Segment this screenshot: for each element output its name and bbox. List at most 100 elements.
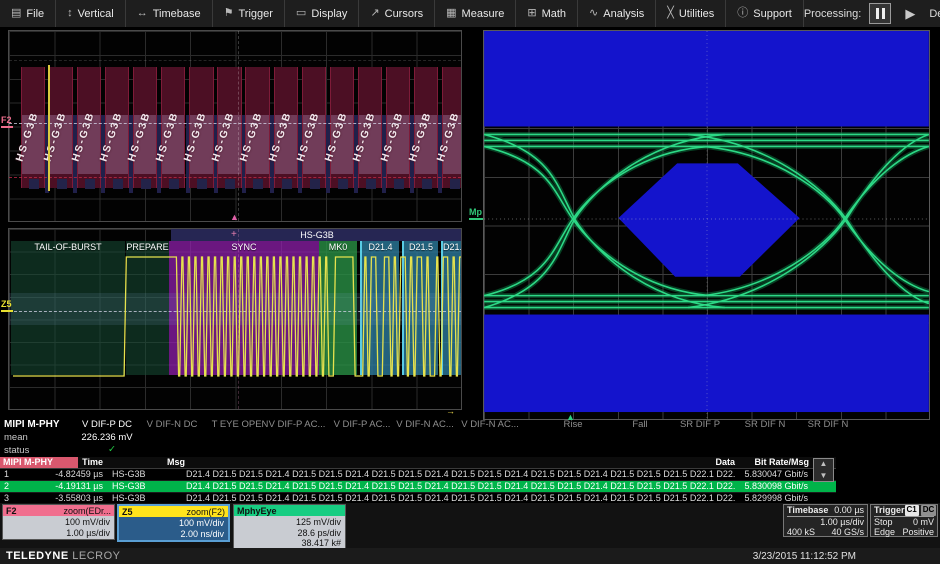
menu-item-trigger[interactable]: ⚑Trigger: [213, 0, 285, 27]
measure-column-10[interactable]: SR DIF P: [665, 419, 735, 430]
menu-item-label: Analysis: [603, 8, 644, 20]
descriptor-header: MphyEye: [234, 505, 345, 516]
decode-row-time: -4.19131 µs: [28, 481, 103, 492]
decode-row-rate: 5.830098 Gbit/s: [692, 481, 808, 492]
burst-notch: [85, 179, 95, 189]
descriptor-subtitle: zoom(EDr...: [63, 506, 111, 516]
measure-column-11[interactable]: SR DIF N: [730, 419, 800, 430]
measure-column-7[interactable]: V DIF-N AC...: [455, 419, 525, 430]
mask-hexagon: [618, 163, 799, 276]
scroll-down-icon[interactable]: ▼: [820, 472, 828, 480]
eye-trigger-marker[interactable]: ▲: [566, 413, 575, 422]
decode-row-index: 2: [4, 481, 9, 492]
decode-row-msg: HS-G3B: [112, 469, 146, 480]
menu-right: Processing: ▶ Default: Undo ↶: [804, 2, 940, 25]
status-bar: TELEDYNE LECROY 3/23/2015 11:12:52 PM: [0, 548, 940, 564]
decode-row-index: 1: [4, 469, 9, 480]
support-icon: ⓘ: [737, 8, 748, 19]
burst-notch: [450, 179, 460, 189]
measure-mean-label: mean: [4, 432, 28, 443]
brand-bold: TELEDYNE: [6, 550, 69, 562]
trigger-mode: Stop: [874, 517, 893, 528]
f2-zero-level-line: [9, 123, 461, 124]
math-icon: ⊞: [527, 8, 536, 19]
descriptor-f2[interactable]: F2zoom(EDr...100 mV/div1.00 µs/div: [2, 504, 115, 540]
menu-item-support[interactable]: ⓘSupport: [726, 0, 804, 27]
burst-notch: [29, 179, 39, 189]
z5-channel-label[interactable]: Z5: [1, 300, 13, 312]
menu-item-math[interactable]: ⊞ Math: [516, 0, 578, 27]
z5-more-data-arrow[interactable]: →: [446, 407, 455, 416]
measure-title: MIPI M-PHY: [4, 419, 60, 430]
pause-button[interactable]: [869, 3, 891, 24]
measure-column-4[interactable]: V DIF-P AC...: [262, 419, 332, 430]
menu-item-file[interactable]: ▤File: [0, 0, 56, 27]
descriptor-value: 100 mV/div: [121, 518, 224, 529]
trigger-title: Trigger: [874, 505, 905, 516]
decode-header-msg[interactable]: Msg: [110, 457, 185, 468]
display-grid-area: HS-G3BHS-G3BHS-G3BHS-G3BHS-G3BHS-G3BHS-G…: [0, 27, 940, 503]
burst-notch: [141, 179, 151, 189]
f2-center-axis: [238, 31, 239, 221]
z5-channel-text: Z5: [1, 299, 12, 309]
trigger-coupling-badge: DC: [921, 505, 937, 516]
measure-column-5[interactable]: V DIF-P AC...: [327, 419, 397, 430]
menu-item-analysis[interactable]: ∿Analysis: [578, 0, 656, 27]
decode-header-row: MIPI M-PHY Time Msg Data Bit Rate/Msg: [0, 457, 836, 469]
burst-notch: [253, 179, 263, 189]
descriptor-title: Z5: [122, 507, 133, 517]
f2-channel-underline: [1, 126, 13, 128]
burst-notch: [57, 179, 67, 189]
menu-item-label: Display: [311, 8, 347, 20]
measure-column-6[interactable]: V DIF-N AC...: [390, 419, 460, 430]
measure-column-12[interactable]: SR DIF N: [793, 419, 863, 430]
f2-waveform-panel: HS-G3BHS-G3BHS-G3BHS-G3BHS-G3BHS-G3BHS-G…: [8, 30, 462, 222]
trigger-box[interactable]: Trigger C1 DC Stop 0 mV Edge Positive: [870, 504, 938, 537]
decode-row-2[interactable]: 2-4.19131 µsHS-G3BD21.4 D21.5 D21.5 D21.…: [0, 481, 836, 493]
measure-icon: ▦: [446, 8, 456, 19]
trigger-icon: ⚑: [224, 8, 234, 19]
menu-item-timebase[interactable]: ↔Timebase: [126, 0, 213, 27]
f2-trigger-marker[interactable]: ▲: [230, 213, 239, 222]
timebase-rate: 40 GS/s: [831, 527, 864, 538]
pause-icon: [876, 8, 885, 19]
play-button[interactable]: ▶: [899, 3, 921, 24]
descriptor-z5[interactable]: Z5zoom(F2)100 mV/div2.00 ns/div: [117, 504, 230, 542]
eye-channel-label[interactable]: Mp: [469, 208, 483, 220]
measure-status-check-icon: ✓: [77, 444, 147, 455]
decode-row-1[interactable]: 1-4.82459 µsHS-G3BD21.4 D21.5 D21.5 D21.…: [0, 469, 836, 481]
burst-notch: [197, 179, 207, 189]
zoom-region-highlight[interactable]: [48, 65, 50, 191]
z5-waveform-trace: [9, 229, 462, 410]
measure-column-2[interactable]: V DIF-N DC: [137, 419, 207, 430]
menu-item-utilities[interactable]: ╳Utilities: [656, 0, 726, 27]
descriptor-value: 2.00 ns/div: [121, 529, 224, 540]
descriptor-value: 100 mV/div: [5, 517, 110, 528]
vertical-icon: ↕: [67, 8, 73, 19]
eye-diagram-panel: [483, 30, 930, 420]
scroll-up-icon[interactable]: ▲: [820, 460, 828, 468]
menu-item-measure[interactable]: ▦Measure: [435, 0, 516, 27]
decode-header-time[interactable]: Time: [30, 457, 103, 468]
decode-scrollbar[interactable]: ▲ ▼: [813, 458, 834, 482]
decode-header-rate[interactable]: Bit Rate/Msg: [697, 457, 809, 468]
measure-column-1[interactable]: V DIF-P DC: [72, 419, 142, 430]
timebase-box[interactable]: Timebase 0.00 µs 1.00 µs/div 400 kS 40 G…: [783, 504, 868, 537]
menu-item-display[interactable]: ▭Display: [285, 0, 359, 27]
burst-notch: [394, 179, 404, 189]
trigger-type: Edge: [874, 527, 895, 538]
descriptor-value: 1.00 µs/div: [5, 528, 110, 539]
z5-waveform-panel: TAIL-OF-BURSTPREPARESYNCMK0D21.4D21.5D21…: [8, 228, 462, 410]
descriptor-body: 100 mV/div1.00 µs/div: [3, 516, 114, 539]
menu-item-label: Math: [542, 8, 566, 20]
timebase-samples: 400 kS: [787, 527, 815, 538]
descriptor-title: MphyEye: [237, 506, 277, 516]
decode-row-rate: 5.830047 Gbit/s: [692, 469, 808, 480]
menu-item-label: Timebase: [153, 8, 201, 20]
descriptor-mphyeye[interactable]: MphyEye125 mV/div28.6 ps/div38.417 k#: [233, 504, 346, 551]
decode-table: MIPI M-PHY Time Msg Data Bit Rate/Msg 1-…: [0, 457, 836, 505]
menu-item-vertical[interactable]: ↕Vertical: [56, 0, 126, 27]
menu-item-cursors[interactable]: ↗Cursors: [359, 0, 435, 27]
f2-channel-label[interactable]: F2: [1, 116, 13, 128]
burst-notch: [113, 179, 123, 189]
